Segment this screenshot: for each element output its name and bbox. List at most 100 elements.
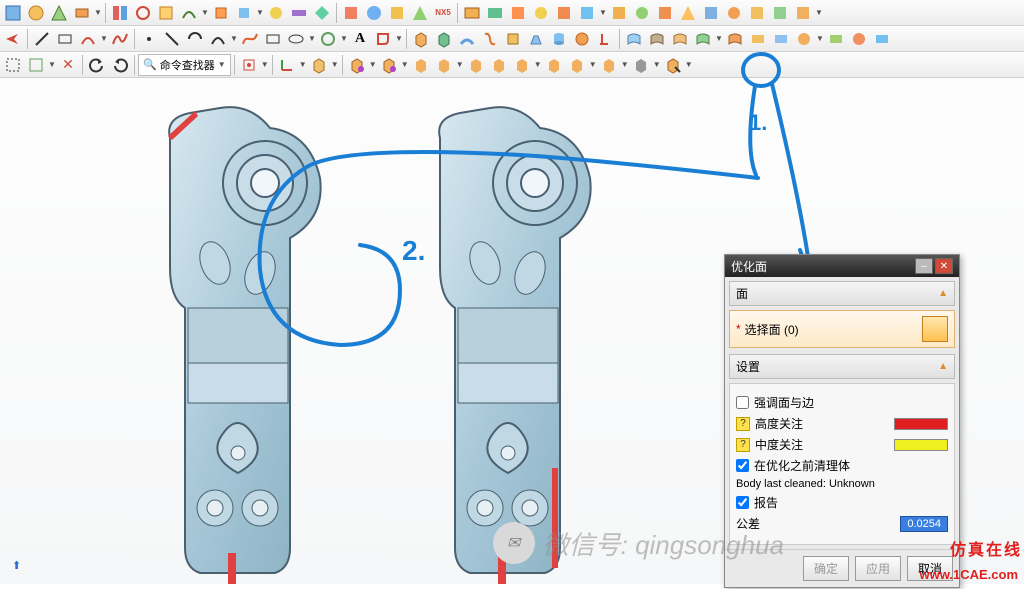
delete-icon[interactable]: ✕	[57, 54, 79, 76]
select-face-row[interactable]: * 选择面 (0)	[729, 310, 955, 348]
tb-icon-28[interactable]	[700, 2, 722, 24]
tb-icon-32[interactable]	[792, 2, 814, 24]
tb-icon-15[interactable]	[363, 2, 385, 24]
point-icon[interactable]	[138, 28, 160, 50]
tb-icon-19[interactable]	[484, 2, 506, 24]
solid-5-icon[interactable]	[502, 28, 524, 50]
feat-7-icon[interactable]	[511, 54, 533, 76]
rect2-icon[interactable]	[262, 28, 284, 50]
sheet-7-icon[interactable]	[770, 28, 792, 50]
height-swatch[interactable]	[894, 418, 948, 430]
feat-10-icon[interactable]	[598, 54, 620, 76]
tb-icon-31[interactable]	[769, 2, 791, 24]
tb-icon-8[interactable]	[178, 2, 200, 24]
circle-icon[interactable]	[317, 28, 339, 50]
tb-icon-9[interactable]	[210, 2, 232, 24]
tb-icon-13[interactable]	[311, 2, 333, 24]
feat-6-icon[interactable]	[488, 54, 510, 76]
text-icon[interactable]: A	[349, 28, 371, 50]
curve-icon[interactable]	[207, 28, 229, 50]
tb-icon-6[interactable]	[132, 2, 154, 24]
dialog-titlebar[interactable]: 优化面 – ✕	[725, 255, 959, 277]
sheet-3-icon[interactable]	[669, 28, 691, 50]
tb-icon-18[interactable]	[461, 2, 483, 24]
tb-icon-7[interactable]	[155, 2, 177, 24]
ellipse-icon[interactable]	[285, 28, 307, 50]
select2-icon[interactable]	[25, 54, 47, 76]
feat-8-icon[interactable]	[543, 54, 565, 76]
select-icon[interactable]	[2, 54, 24, 76]
solid-2-icon[interactable]	[433, 28, 455, 50]
sheet-9-icon[interactable]	[825, 28, 847, 50]
select-face-icon[interactable]	[922, 316, 948, 342]
tb-icon-14[interactable]	[340, 2, 362, 24]
feat-2-icon[interactable]	[378, 54, 400, 76]
mid-swatch[interactable]	[894, 439, 948, 451]
clean-checkbox[interactable]: 在优化之前清理体	[736, 457, 850, 474]
sheet-10-icon[interactable]	[848, 28, 870, 50]
tolerance-input[interactable]: 0.0254	[900, 516, 948, 532]
tb-icon-20[interactable]	[507, 2, 529, 24]
tb-icon-12[interactable]	[288, 2, 310, 24]
solid-7-icon[interactable]	[571, 28, 593, 50]
feat-3-icon[interactable]	[410, 54, 432, 76]
rect-icon[interactable]	[54, 28, 76, 50]
box-icon[interactable]	[308, 54, 330, 76]
report-checkbox[interactable]: 报告	[736, 494, 778, 511]
tb-icon-3[interactable]	[48, 2, 70, 24]
sheet-8-icon[interactable]	[793, 28, 815, 50]
emphasize-checkbox[interactable]: 强调面与边	[736, 394, 814, 411]
tb-icon-22[interactable]	[553, 2, 575, 24]
feat-9-icon[interactable]	[566, 54, 588, 76]
solid-6-icon[interactable]	[525, 28, 547, 50]
sheet-6-icon[interactable]	[747, 28, 769, 50]
section-settings-header[interactable]: 设置▲	[729, 354, 955, 379]
solid-8-icon[interactable]	[594, 28, 616, 50]
tb-icon-5[interactable]	[109, 2, 131, 24]
help-icon[interactable]: ?	[736, 417, 750, 431]
sheet-4-icon[interactable]	[692, 28, 714, 50]
tb-icon-1[interactable]	[2, 2, 24, 24]
spline2-icon[interactable]	[239, 28, 261, 50]
sheet-5-icon[interactable]	[724, 28, 746, 50]
arc2-icon[interactable]	[184, 28, 206, 50]
spline-icon[interactable]	[109, 28, 131, 50]
solid-1-icon[interactable]	[410, 28, 432, 50]
command-finder[interactable]: 🔍 命令查找器 ▼	[138, 54, 231, 76]
tb-icon-21[interactable]	[530, 2, 552, 24]
feat-gray-icon[interactable]	[630, 54, 652, 76]
feat-4-icon[interactable]	[433, 54, 455, 76]
tb-icon-27[interactable]	[677, 2, 699, 24]
tb-icon-23[interactable]	[576, 2, 598, 24]
sheet-11-icon[interactable]	[871, 28, 893, 50]
arc-icon[interactable]	[77, 28, 99, 50]
region-icon[interactable]	[372, 28, 394, 50]
tb-icon-29[interactable]	[723, 2, 745, 24]
apply-button[interactable]: 应用	[855, 556, 901, 581]
tb-icon-24[interactable]	[608, 2, 630, 24]
line-icon[interactable]	[31, 28, 53, 50]
help-icon[interactable]: ?	[736, 438, 750, 452]
filter-icon[interactable]	[238, 54, 260, 76]
tb-icon-17[interactable]	[409, 2, 431, 24]
redo-icon[interactable]	[109, 54, 131, 76]
optimize-face-icon[interactable]	[662, 54, 684, 76]
undo-icon[interactable]	[86, 54, 108, 76]
tb-icon-16[interactable]	[386, 2, 408, 24]
section-face-header[interactable]: 面▲	[729, 281, 955, 306]
arrow-icon[interactable]	[2, 28, 24, 50]
solid-3-icon[interactable]	[456, 28, 478, 50]
tb-icon-25[interactable]	[631, 2, 653, 24]
sheet-1-icon[interactable]	[623, 28, 645, 50]
ok-button[interactable]: 确定	[803, 556, 849, 581]
feat-5-icon[interactable]	[465, 54, 487, 76]
feat-1-icon[interactable]	[346, 54, 368, 76]
sheet-2-icon[interactable]	[646, 28, 668, 50]
tb-icon-11[interactable]	[265, 2, 287, 24]
csys-icon[interactable]	[276, 54, 298, 76]
dialog-close[interactable]: ✕	[935, 258, 953, 274]
line2-icon[interactable]	[161, 28, 183, 50]
tb-icon-30[interactable]	[746, 2, 768, 24]
nx5-icon[interactable]: NX5	[432, 2, 454, 24]
tb-icon-2[interactable]	[25, 2, 47, 24]
